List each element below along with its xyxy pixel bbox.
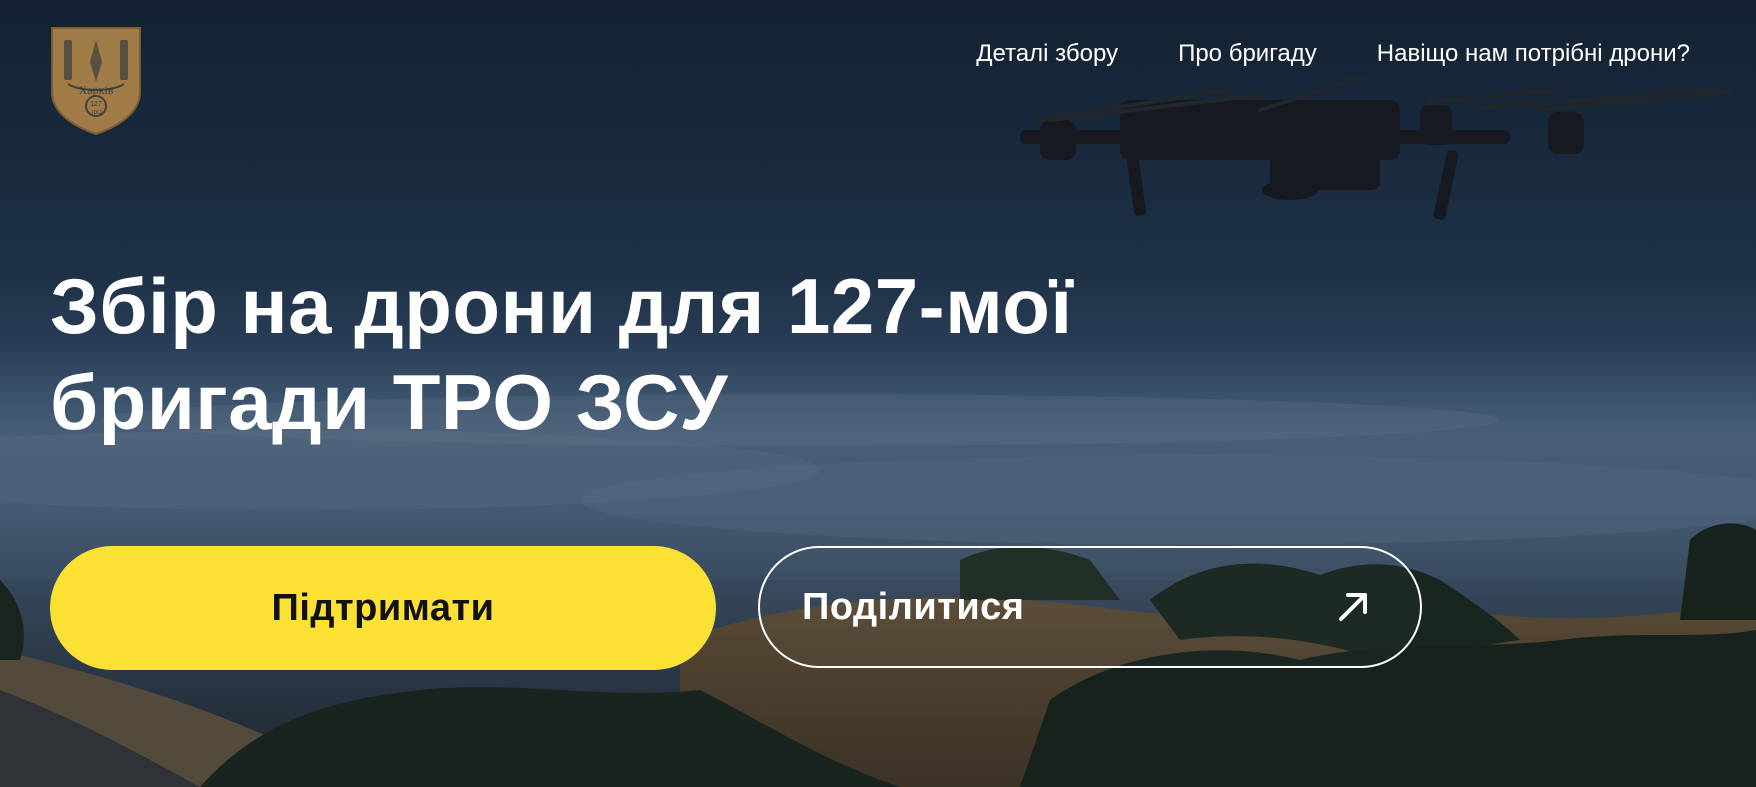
hero-section: Харків 127 ТрО Деталі збору Про бригаду … xyxy=(0,0,1756,787)
site-header: Харків 127 ТрО Деталі збору Про бригаду … xyxy=(0,0,1756,140)
hero-title-line-2: бригади ТРО ЗСУ xyxy=(50,358,729,446)
brigade-logo[interactable]: Харків 127 ТрО xyxy=(50,26,142,136)
support-button-label: Підтримати xyxy=(271,586,495,629)
nav-item-fundraising-details[interactable]: Деталі збору xyxy=(976,40,1118,68)
share-button-label: Поділитися xyxy=(802,585,1025,628)
hero-title: Збір на дрони для 127-мої бригади ТРО ЗС… xyxy=(50,258,1350,450)
nav-item-about-brigade[interactable]: Про бригаду xyxy=(1178,40,1317,68)
support-button[interactable]: Підтримати xyxy=(50,546,716,670)
share-button[interactable]: Поділитися xyxy=(758,546,1422,668)
arrow-up-right-icon xyxy=(1339,593,1367,621)
main-nav: Деталі збору Про бригаду Навіщо нам потр… xyxy=(976,40,1690,68)
logo-tro-text: ТрО xyxy=(90,110,102,116)
logo-city-text: Харків xyxy=(79,83,114,97)
logo-number-text: 127 xyxy=(90,101,102,108)
hero-title-line-1: Збір на дрони для 127-мої xyxy=(50,262,1073,350)
nav-item-why-drones[interactable]: Навіщо нам потрібні дрони? xyxy=(1377,40,1690,68)
